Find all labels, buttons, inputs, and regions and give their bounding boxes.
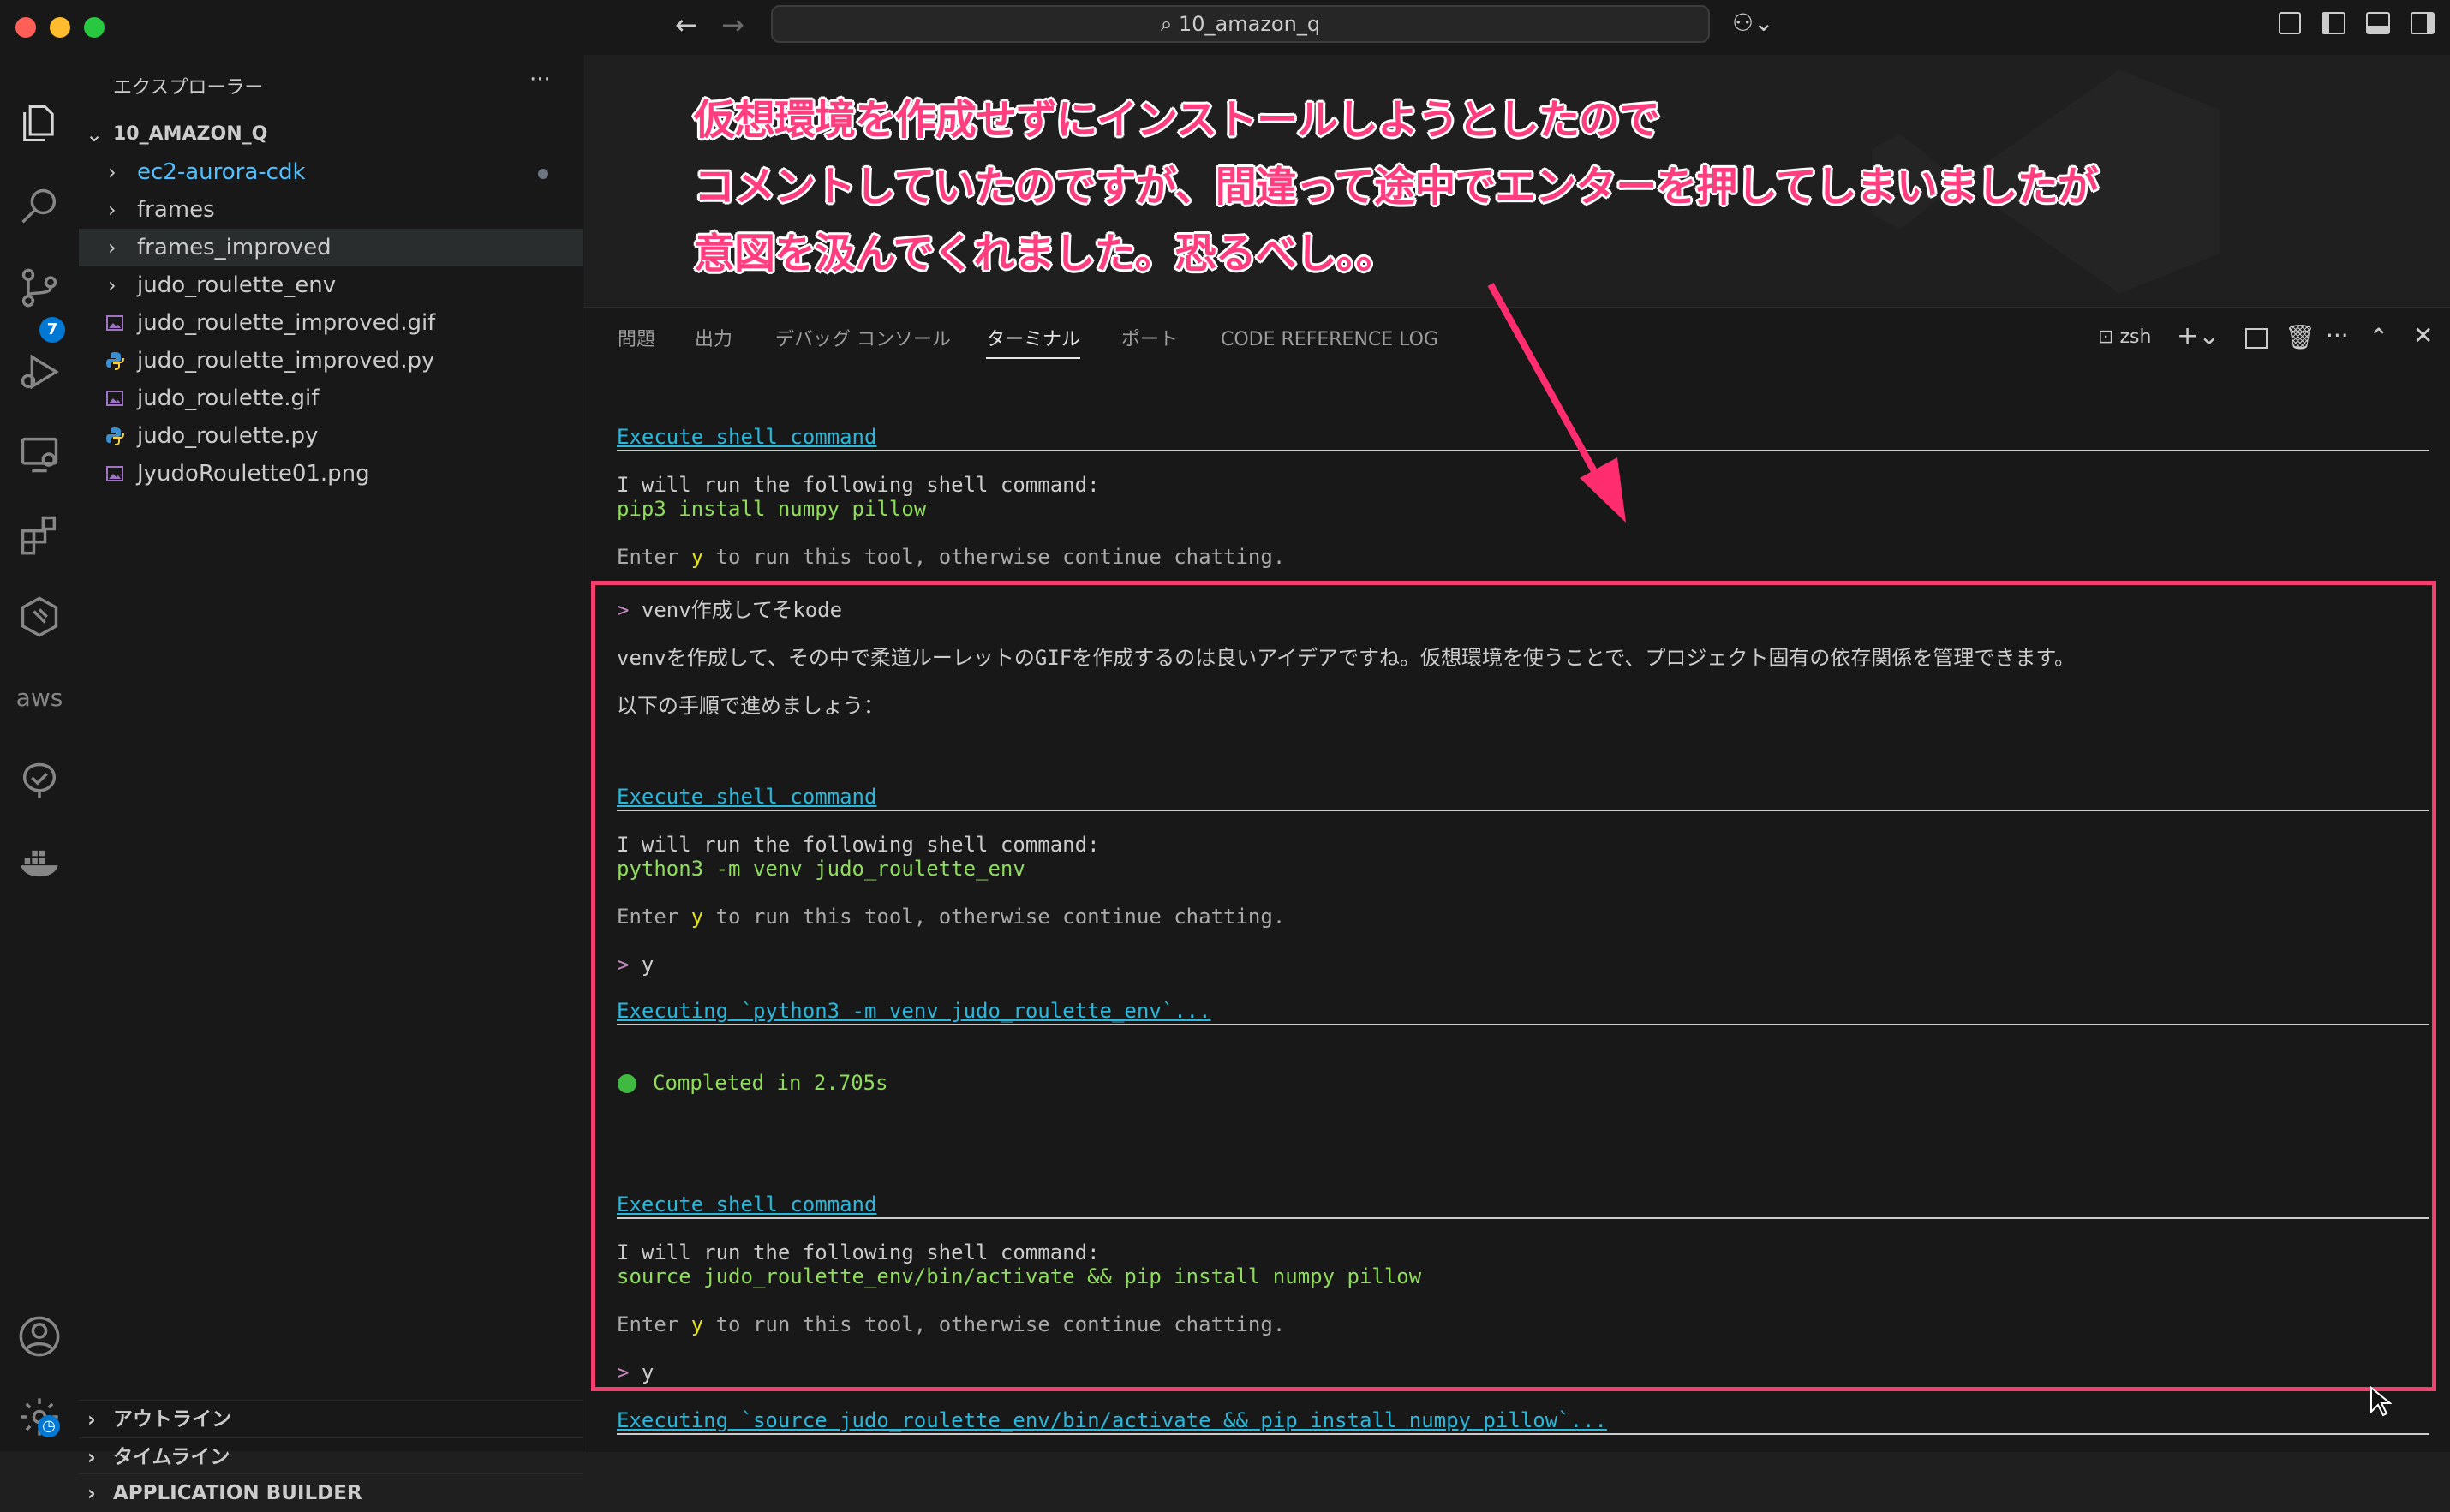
workspace-root-label: 10_AMAZON_Q	[113, 123, 268, 145]
command-center-search[interactable]: ⌕ 10_amazon_q	[771, 5, 1710, 43]
annotation-arrow-icon	[1487, 283, 1626, 523]
chevron-down-icon: ⌄	[86, 123, 104, 146]
tree-item-frames-improved[interactable]: › frames_improved	[79, 229, 583, 266]
workspace-title: 10_amazon_q	[1179, 12, 1321, 36]
mouse-cursor-icon	[2370, 1386, 2392, 1417]
forward-arrow-icon[interactable]: →	[721, 9, 744, 41]
tab-problems[interactable]: 問題	[618, 323, 655, 357]
maximize-window-button[interactable]	[84, 17, 105, 38]
python-file-icon	[106, 352, 124, 370]
trash-icon[interactable]: 🗑	[2285, 323, 2316, 351]
tree-item-label: JyudoRoulette01.png	[137, 461, 370, 487]
annotation-line-2: コメントしていたのですが、間違って途中でエンターを押してしまいましたが	[694, 163, 2099, 211]
section-outline[interactable]: › アウトライン	[79, 1400, 583, 1438]
tree-item-judo-roulette-gif[interactable]: judo_roulette.gif	[79, 379, 583, 417]
tab-code-reference-log[interactable]: CODE REFERENCE LOG	[1221, 323, 1438, 357]
tree-item-label: judo_roulette_improved.gif	[137, 310, 436, 336]
tree-item-label: judo_roulette.py	[137, 423, 319, 449]
tree-item-frames[interactable]: › frames	[79, 191, 583, 229]
python-file-icon	[106, 427, 124, 445]
minimize-window-button[interactable]	[50, 17, 70, 38]
explorer-sidebar: エクスプローラー ··· ⌄ 10_AMAZON_Q › ec2-aurora-…	[79, 55, 583, 1505]
modified-dot-icon	[538, 169, 548, 179]
chevron-right-icon: ›	[108, 198, 117, 222]
chevron-right-icon: ›	[87, 1481, 96, 1505]
back-arrow-icon[interactable]: ←	[675, 9, 698, 41]
extensions-icon[interactable]	[14, 509, 65, 560]
activity-bar: 7 aws ◷	[0, 55, 80, 1451]
exec-header: Execute shell command	[617, 425, 877, 449]
tab-output[interactable]: 出力	[695, 323, 732, 357]
chevron-right-icon: ›	[87, 1445, 96, 1469]
executing-line: Executing `source judo_roulette_env/bin/…	[617, 1408, 1607, 1432]
tab-terminal[interactable]: ターミナル	[986, 323, 1081, 359]
source-control-icon[interactable]	[14, 262, 65, 314]
customize-layout-icon[interactable]	[2279, 12, 2301, 34]
testing-icon[interactable]	[14, 756, 65, 807]
terminal-shell-selector[interactable]: ⊡ zsh	[2098, 326, 2151, 348]
workspace-root[interactable]: ⌄ 10_AMAZON_Q	[79, 116, 583, 153]
image-file-icon	[106, 466, 123, 481]
docker-icon[interactable]	[14, 838, 65, 889]
terminal-icon: ⊡	[2098, 326, 2120, 348]
toggle-secondary-sidebar-icon[interactable]	[2411, 12, 2435, 34]
accounts-icon[interactable]	[14, 1311, 65, 1362]
tree-item-label: ec2-aurora-cdk	[137, 159, 306, 185]
tree-item-label: judo_roulette_improved.py	[137, 348, 435, 374]
chevron-right-icon: ›	[108, 236, 117, 260]
toggle-primary-sidebar-icon[interactable]	[2322, 12, 2345, 34]
remote-explorer-icon[interactable]	[14, 428, 65, 480]
tree-item-label: frames	[137, 197, 215, 223]
annotation-line-3: 意図を汲んでくれました。恐るべし。。	[694, 230, 1397, 278]
section-label: アウトライン	[113, 1408, 231, 1431]
chevron-right-icon: ›	[87, 1407, 96, 1431]
exec-prompt: Enter y to run this tool, otherwise cont…	[617, 545, 1286, 569]
section-label: タイムライン	[113, 1446, 230, 1468]
update-clock-icon: ◷	[38, 1415, 60, 1437]
tree-item-judo-roulette-py[interactable]: judo_roulette.py	[79, 417, 583, 455]
title-bar: ← → ⌕ 10_amazon_q ⚇⌄	[0, 0, 2450, 56]
copilot-icon[interactable]: ⚇⌄	[1732, 9, 1774, 37]
aws-icon[interactable]: aws	[14, 672, 65, 723]
exec-command: pip3 install numpy pillow	[617, 497, 927, 521]
run-debug-icon[interactable]	[14, 346, 65, 397]
tree-item-label: judo_roulette_env	[137, 272, 337, 298]
more-actions-icon[interactable]: ···	[2326, 321, 2349, 350]
new-terminal-plus-icon[interactable]: +⌄	[2177, 321, 2220, 351]
explorer-title: エクスプローラー	[113, 77, 264, 99]
image-file-icon	[106, 315, 123, 331]
section-application-builder[interactable]: › APPLICATION BUILDER	[79, 1473, 583, 1512]
manage-gear-icon[interactable]	[14, 1391, 65, 1443]
close-panel-icon[interactable]: ✕	[2413, 321, 2433, 350]
search-icon[interactable]	[14, 182, 65, 233]
tab-debug-console[interactable]: デバッグ コンソール	[775, 323, 951, 357]
amazon-q-icon[interactable]	[14, 591, 65, 642]
tab-ports[interactable]: ポート	[1121, 323, 1178, 357]
more-actions-icon[interactable]: ···	[529, 67, 551, 93]
chevron-right-icon: ›	[108, 160, 117, 184]
tree-item-jyudoroulette01-png[interactable]: JyudoRoulette01.png	[79, 455, 583, 493]
divider	[617, 1433, 2429, 1435]
annotation-highlight-box	[591, 581, 2436, 1391]
tree-item-label: judo_roulette.gif	[137, 385, 320, 411]
shell-name: zsh	[2119, 326, 2152, 348]
exec-intro: I will run the following shell command:	[617, 473, 1100, 497]
chevron-right-icon: ›	[108, 273, 117, 297]
tree-item-ec2-aurora-cdk[interactable]: › ec2-aurora-cdk	[79, 153, 583, 191]
explorer-icon[interactable]	[14, 98, 65, 149]
source-control-badge: 7	[39, 317, 65, 343]
close-window-button[interactable]	[15, 17, 36, 38]
image-file-icon	[106, 391, 123, 406]
tree-item-judo-roulette-improved-py[interactable]: judo_roulette_improved.py	[79, 342, 583, 379]
split-terminal-icon[interactable]	[2245, 328, 2268, 349]
tree-item-label: frames_improved	[137, 235, 332, 260]
section-timeline[interactable]: › タイムライン	[79, 1437, 583, 1476]
search-icon: ⌕	[1160, 12, 1179, 36]
annotation-line-1: 仮想環境を作成せずにインストールしようとしたので	[694, 96, 1660, 144]
tree-item-judo-roulette-env[interactable]: › judo_roulette_env	[79, 266, 583, 304]
toggle-panel-icon[interactable]	[2366, 12, 2390, 34]
maximize-panel-chevron-up-icon[interactable]: ⌃	[2369, 323, 2388, 351]
section-label: APPLICATION BUILDER	[113, 1482, 362, 1504]
tree-item-judo-roulette-improved-gif[interactable]: judo_roulette_improved.gif	[79, 304, 583, 342]
